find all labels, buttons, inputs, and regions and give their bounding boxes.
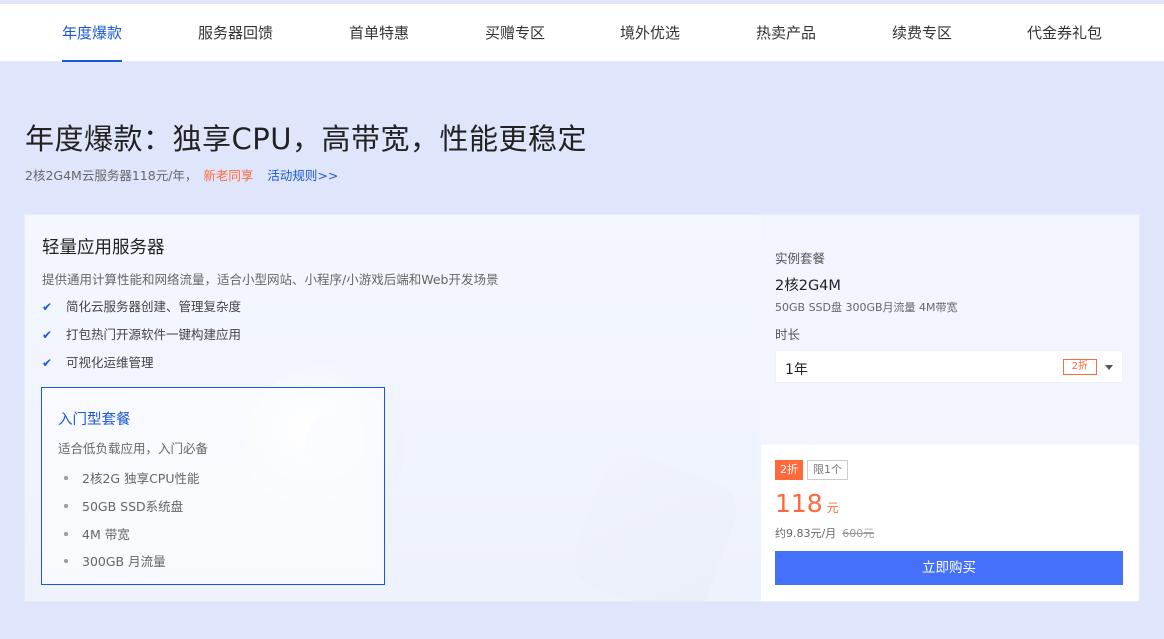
package-item: 4M 带宽 bbox=[64, 524, 130, 543]
subtitle-text: 2核2G4M云服务器118元/年， bbox=[25, 168, 198, 183]
feature-item: ✔ 可视化运维管理 bbox=[42, 355, 154, 370]
tab-renewal[interactable]: 续费专区 bbox=[892, 4, 952, 62]
instance-spec-detail: 50GB SSD盘 300GB月流量 4M带宽 bbox=[775, 301, 958, 314]
bullet-icon bbox=[64, 475, 68, 480]
duration-select[interactable]: 1年 2折 bbox=[775, 350, 1123, 383]
instance-spec: 2核2G4M bbox=[775, 278, 841, 294]
tab-annual-hot[interactable]: 年度爆款 bbox=[62, 4, 123, 62]
page-subtitle: 2核2G4M云服务器118元/年， 新老同享 活动规则>> bbox=[25, 165, 338, 184]
package-card[interactable]: 入门型套餐 适合低负载应用，入门必备 2核2G 独享CPU性能 50GB SSD… bbox=[41, 387, 385, 585]
product-title: 轻量应用服务器 bbox=[42, 238, 165, 258]
category-tabs: 年度爆款 服务器回馈 首单特惠 买赠专区 境外优选 热卖产品 续费专区 代金券礼… bbox=[0, 4, 1164, 62]
bullet-icon bbox=[64, 531, 68, 536]
price-value: 118 bbox=[775, 489, 823, 518]
check-icon: ✔ bbox=[42, 300, 53, 314]
package-item: 50GB SSD系统盘 bbox=[64, 496, 183, 515]
duration-discount-badge: 2折 bbox=[1062, 359, 1097, 375]
chevron-down-icon bbox=[1105, 365, 1113, 370]
package-item: 300GB 月流量 bbox=[64, 551, 166, 570]
package-title: 入门型套餐 bbox=[58, 412, 131, 428]
limit-tag: 限1个 bbox=[807, 460, 848, 480]
duration-label: 时长 bbox=[775, 327, 801, 342]
check-icon: ✔ bbox=[42, 356, 53, 370]
duration-value: 1年 bbox=[785, 362, 808, 378]
order-config-panel: 实例套餐 2核2G4M 50GB SSD盘 300GB月流量 4M带宽 时长 1… bbox=[761, 215, 1139, 445]
tab-buy-gift[interactable]: 买赠专区 bbox=[485, 4, 545, 62]
activity-rules-link[interactable]: 活动规则>> bbox=[267, 168, 338, 183]
tab-server-rewards[interactable]: 服务器回馈 bbox=[198, 4, 273, 62]
order-price-panel: 2折 限1个 118 元 约9.83元/月 600元 立即购买 bbox=[761, 445, 1139, 601]
buy-now-button[interactable]: 立即购买 bbox=[775, 551, 1123, 585]
price: 118 元 bbox=[775, 489, 839, 518]
bullet-icon bbox=[64, 503, 68, 508]
feature-item: ✔ 简化云服务器创建、管理复杂度 bbox=[42, 299, 242, 314]
subtitle-highlight: 新老同享 bbox=[203, 168, 254, 183]
tab-hot-products[interactable]: 热卖产品 bbox=[756, 4, 816, 62]
original-price: 600元 bbox=[842, 527, 875, 540]
bullet-icon bbox=[64, 558, 68, 563]
price-unit: 元 bbox=[826, 501, 839, 515]
product-info-panel: 轻量应用服务器 提供通用计算性能和网络流量，适合小型网站、小程序/小游戏后端和W… bbox=[25, 215, 761, 601]
tab-first-order[interactable]: 首单特惠 bbox=[349, 4, 409, 62]
package-description: 适合低负载应用，入门必备 bbox=[58, 441, 209, 456]
feature-item: ✔ 打包热门开源软件一键构建应用 bbox=[42, 327, 242, 342]
page-title: 年度爆款：独享CPU，高带宽，性能更稳定 bbox=[25, 122, 587, 156]
discount-tag: 2折 bbox=[775, 460, 803, 480]
package-item: 2核2G 独享CPU性能 bbox=[64, 468, 199, 487]
tab-overseas[interactable]: 境外优选 bbox=[620, 4, 680, 62]
product-description: 提供通用计算性能和网络流量，适合小型网站、小程序/小游戏后端和Web开发场景 bbox=[42, 272, 499, 287]
instance-label: 实例套餐 bbox=[775, 251, 826, 266]
decor-shape bbox=[565, 445, 745, 601]
monthly-price: 约9.83元/月 bbox=[775, 527, 837, 540]
price-detail: 约9.83元/月 600元 bbox=[775, 525, 874, 541]
product-card: 轻量应用服务器 提供通用计算性能和网络流量，适合小型网站、小程序/小游戏后端和W… bbox=[24, 214, 1140, 602]
check-icon: ✔ bbox=[42, 328, 53, 342]
tab-vouchers[interactable]: 代金券礼包 bbox=[1027, 4, 1102, 62]
